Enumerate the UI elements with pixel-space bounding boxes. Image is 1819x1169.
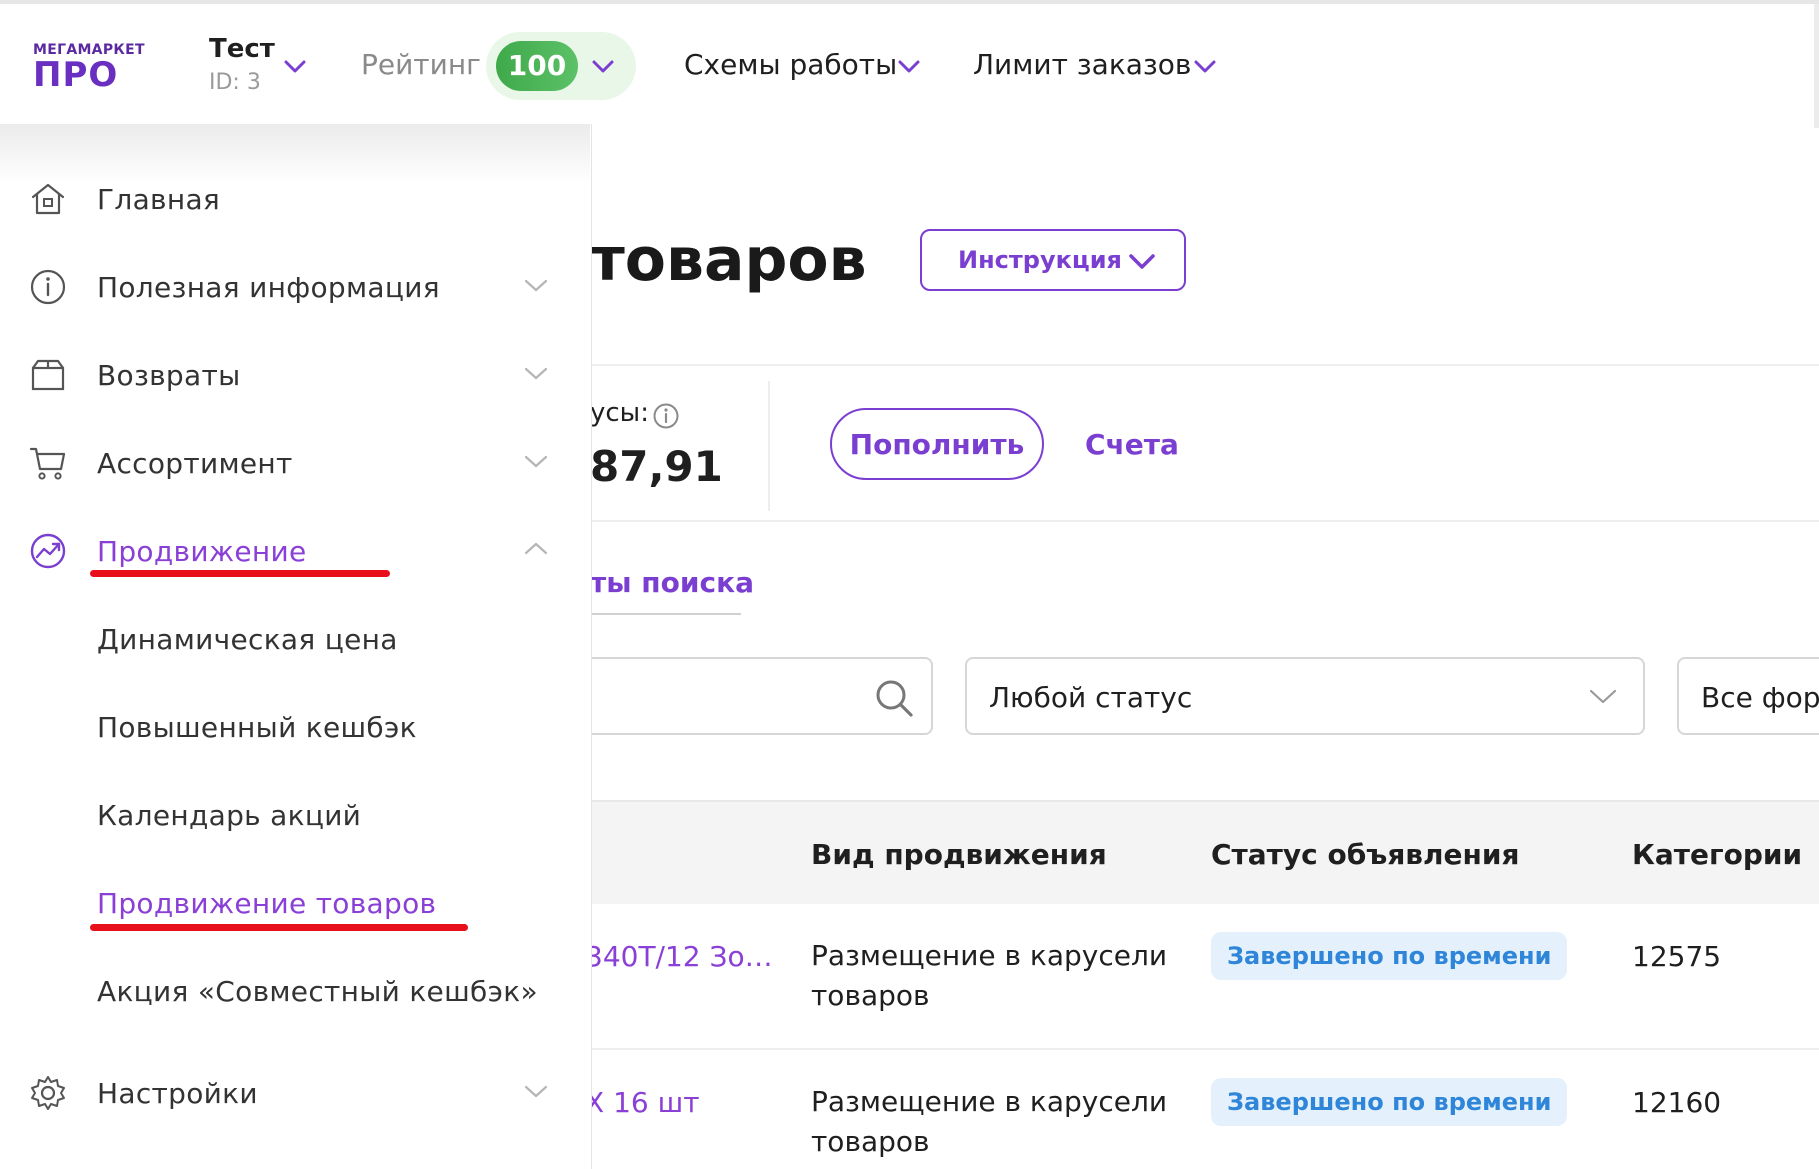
table-header: Вид продвижения Статус объявления Катего… xyxy=(560,800,1819,904)
chevron-down-icon xyxy=(1129,254,1155,269)
promotion-type-line: Размещение в карусели xyxy=(811,939,1168,972)
cart-icon xyxy=(29,447,66,480)
promotion-chart-icon xyxy=(30,533,66,569)
divider xyxy=(768,381,770,511)
format-select[interactable]: Все фор xyxy=(1677,657,1819,735)
balance-label: усы: xyxy=(590,398,649,428)
format-select-value: Все фор xyxy=(1701,681,1819,714)
promotion-type-line: Размещение в карусели xyxy=(811,1085,1168,1118)
sidebar-subitem-joint-cashback[interactable]: Акция «Совместный кешбэк» xyxy=(97,975,538,1008)
scrollbar-edge xyxy=(1814,4,1819,128)
chevron-down-icon xyxy=(524,367,548,380)
tab-underline xyxy=(590,613,741,615)
chevron-down-icon[interactable] xyxy=(1194,60,1216,74)
column-header-ad-status: Статус объявления xyxy=(1211,838,1520,871)
top-header: МЕГАМАРКЕТ ПРО Тест ID: 3 Рейтинг 100 Сх… xyxy=(0,0,1819,128)
info-icon[interactable] xyxy=(652,402,680,430)
chevron-down-icon xyxy=(524,455,548,468)
sidebar-subitem-increased-cashback[interactable]: Повышенный кешбэк xyxy=(97,711,417,744)
gear-icon xyxy=(31,1076,65,1110)
sidebar-item-label: Ассортимент xyxy=(97,447,293,480)
chevron-down-icon[interactable] xyxy=(898,60,920,74)
promotion-type-cell: Размещение в карусели товаров xyxy=(811,936,1167,1016)
category-cell: 12575 xyxy=(1632,940,1722,973)
sidebar-item-useful-info[interactable]: Полезная информация xyxy=(0,257,590,317)
page-title: товаров xyxy=(590,225,867,295)
promotion-type-line: товаров xyxy=(811,1125,930,1158)
chevron-down-icon xyxy=(524,279,548,292)
annotation-underline xyxy=(90,570,390,577)
table-row[interactable]: 340Т/12 Зо… Размещение в карусели товаро… xyxy=(560,904,1819,1050)
rating-dropdown[interactable]: 100 xyxy=(486,32,636,100)
column-header-categories: Категории xyxy=(1632,838,1803,871)
chevron-down-icon[interactable] xyxy=(284,60,306,74)
table-row[interactable]: Х 16 шт Размещение в карусели товаров За… xyxy=(560,1050,1819,1169)
tab-search-results[interactable]: ты поиска xyxy=(590,566,754,599)
sidebar-item-label: Возвраты xyxy=(97,359,241,392)
sidebar-item-label: Настройки xyxy=(97,1077,258,1110)
divider xyxy=(590,364,1819,366)
chevron-down-icon xyxy=(1589,689,1617,704)
megamarket-pro-logo[interactable]: МЕГАМАРКЕТ ПРО xyxy=(33,42,163,92)
sidebar-item-assortment[interactable]: Ассортимент xyxy=(0,433,590,493)
sidebar-item-label: Главная xyxy=(97,183,221,216)
store-switcher[interactable]: Тест ID: 3 xyxy=(209,34,275,95)
sidebar-item-label: Полезная информация xyxy=(97,271,440,304)
home-icon xyxy=(31,183,65,215)
search-icon[interactable] xyxy=(873,677,915,719)
topup-button[interactable]: Пополнить xyxy=(830,408,1044,480)
store-name: Тест xyxy=(209,34,275,64)
sidebar-subitem-dynamic-price[interactable]: Динамическая цена xyxy=(97,623,398,656)
sidebar-item-label: Продвижение xyxy=(97,535,307,568)
accounts-link[interactable]: Счета xyxy=(1085,428,1179,461)
instruction-button[interactable]: Инструкция xyxy=(920,229,1186,291)
info-icon xyxy=(30,269,66,305)
sidebar-subitem-promo-calendar[interactable]: Календарь акций xyxy=(97,799,361,832)
rating-value-badge: 100 xyxy=(496,41,578,91)
status-badge: Завершено по времени xyxy=(1211,932,1568,980)
product-name-link[interactable]: 340Т/12 Зо… xyxy=(585,940,773,973)
divider xyxy=(590,520,1819,522)
logo-bottom-text: ПРО xyxy=(33,55,119,95)
column-header-promotion-type: Вид продвижения xyxy=(811,838,1107,871)
rating-label: Рейтинг xyxy=(361,48,481,81)
chevron-down-icon xyxy=(592,60,614,73)
sidebar-menu: Главная Полезная информация Возвраты Асс… xyxy=(0,124,592,1169)
annotation-underline xyxy=(90,924,468,931)
search-input[interactable] xyxy=(560,657,933,735)
promotion-type-line: товаров xyxy=(811,979,930,1012)
box-icon xyxy=(31,359,65,391)
sidebar-subitem-product-promotion[interactable]: Продвижение товаров xyxy=(97,887,436,920)
product-name-link[interactable]: Х 16 шт xyxy=(585,1086,700,1119)
balance-value: 87,91 xyxy=(590,442,723,491)
status-select[interactable]: Любой статус xyxy=(965,657,1645,735)
status-select-value: Любой статус xyxy=(989,681,1193,714)
instruction-button-label: Инструкция xyxy=(958,246,1122,274)
nav-work-schemes[interactable]: Схемы работы xyxy=(684,48,897,81)
sidebar-item-home[interactable]: Главная xyxy=(0,169,590,229)
chevron-down-icon xyxy=(524,1085,548,1098)
status-badge: Завершено по времени xyxy=(1211,1078,1568,1126)
promotion-type-cell: Размещение в карусели товаров xyxy=(811,1082,1167,1162)
category-cell: 12160 xyxy=(1632,1086,1722,1119)
store-id: ID: 3 xyxy=(209,70,261,95)
nav-order-limit[interactable]: Лимит заказов xyxy=(973,48,1191,81)
sidebar-item-settings[interactable]: Настройки xyxy=(0,1063,590,1123)
chevron-up-icon xyxy=(524,542,548,555)
sidebar-item-returns[interactable]: Возвраты xyxy=(0,345,590,405)
